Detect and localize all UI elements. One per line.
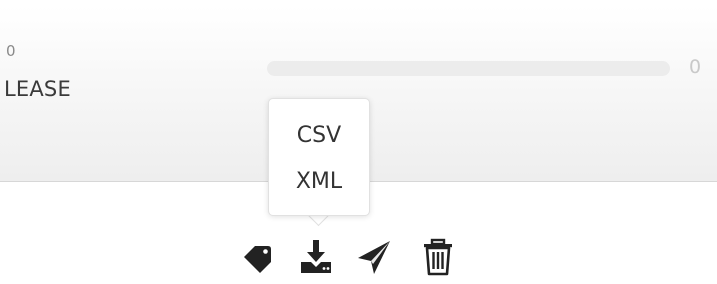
card-label: LEASE: [4, 77, 71, 101]
tag-button[interactable]: [240, 237, 276, 277]
delete-button[interactable]: [420, 237, 456, 277]
menu-item-xml[interactable]: XML: [269, 171, 369, 193]
tag-icon: [244, 246, 271, 273]
menu-item-csv[interactable]: CSV: [269, 125, 369, 147]
send-button[interactable]: [354, 237, 390, 277]
download-icon: [301, 240, 331, 273]
export-dropdown: CSV XML: [268, 98, 370, 216]
page: 0 LEASE 0 CSV XML: [0, 0, 717, 284]
send-icon: [358, 241, 390, 274]
progress-bar: [267, 61, 670, 76]
progress-value: 0: [689, 56, 702, 78]
download-button[interactable]: [298, 237, 334, 277]
trash-icon: [424, 238, 452, 276]
card-count: 0: [6, 42, 16, 60]
